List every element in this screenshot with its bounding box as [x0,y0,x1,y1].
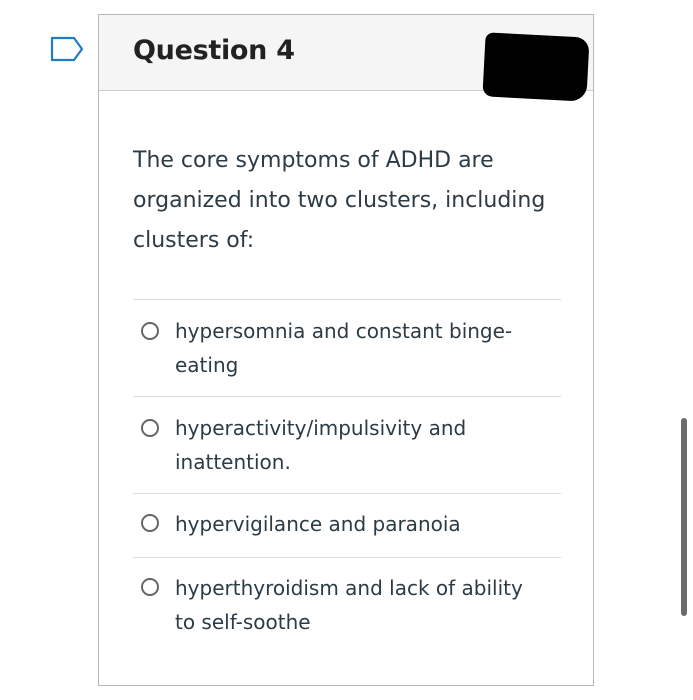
answer-label: hypersomnia and constant binge-eating [175,319,513,377]
radio-icon[interactable] [141,322,159,340]
answer-option-4[interactable]: hyperthyroidism and lack of ability to s… [133,557,561,637]
answer-label: hyperactivity/impulsivity and inattentio… [175,416,467,474]
answer-label: hyperthyroidism and lack of ability to s… [175,576,523,634]
question-title: Question 4 [133,35,295,66]
question-header: Question 4 [99,15,593,102]
answer-list: hypersomnia and constant binge-eating hy… [133,299,561,637]
answer-label: hypervigilance and paranoia [175,512,461,536]
scrollbar[interactable] [681,418,687,616]
question-card: Question 4 The core symptoms of ADHD are… [98,14,594,686]
answer-option-3[interactable]: hypervigilance and paranoia [133,493,561,557]
radio-icon[interactable] [141,514,159,532]
radio-icon[interactable] [141,578,159,596]
answer-option-1[interactable]: hypersomnia and constant binge-eating [133,299,561,396]
redaction-mark [482,32,590,102]
answer-option-2[interactable]: hyperactivity/impulsivity and inattentio… [133,396,561,493]
radio-icon[interactable] [141,419,159,437]
question-text: The core symptoms of ADHD are organized … [133,148,546,253]
flag-question-icon[interactable] [50,36,84,62]
quiz-page: Question 4 The core symptoms of ADHD are… [0,0,693,700]
